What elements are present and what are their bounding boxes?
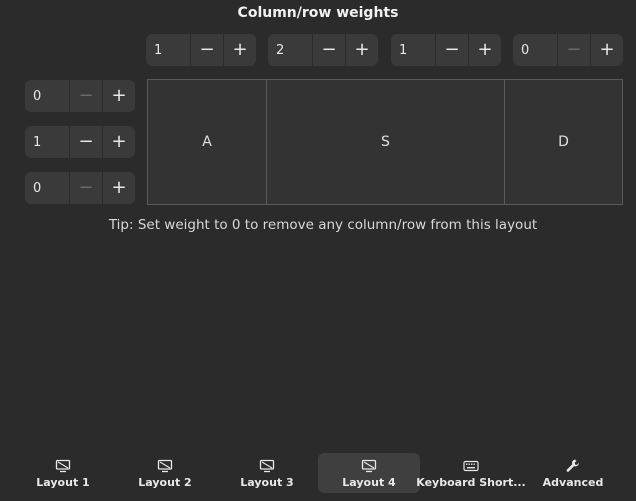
column-weight-3-increment-button[interactable]: + [468,34,501,66]
row-weight-1-decrement-button[interactable]: − [69,80,102,112]
bottom-tab-bar: Layout 1 Layout 2 Layout 3 Layout 4 Keyb… [0,453,636,493]
monitor-icon [55,458,71,474]
tab-layout-1[interactable]: Layout 1 [12,453,114,493]
tab-label: Layout 4 [342,475,396,489]
column-weight-4-decrement-button[interactable]: − [557,34,590,66]
tab-layout-3[interactable]: Layout 3 [216,453,318,493]
column-weight-3-spinner: 1 − + [391,34,501,66]
layout-cell-a: A [148,80,267,204]
layout-preview: A S D [147,79,623,205]
column-weight-2-spinner: 2 − + [268,34,378,66]
column-weight-4-increment-button[interactable]: + [590,34,623,66]
keyboard-icon [463,458,479,474]
tab-label: Layout 1 [36,475,90,489]
column-weight-3-input[interactable]: 1 [391,34,435,66]
row-weight-2-input[interactable]: 1 [25,126,69,158]
column-weight-2-decrement-button[interactable]: − [312,34,345,66]
row-weight-3-input[interactable]: 0 [25,172,69,204]
layout-cell-s: S [267,80,505,204]
column-weight-2-increment-button[interactable]: + [345,34,378,66]
row-weight-1-input[interactable]: 0 [25,80,69,112]
row-weight-3-spinner: 0 − + [25,172,135,204]
monitor-icon [259,458,275,474]
row-weight-2-spinner: 1 − + [25,126,135,158]
monitor-icon [361,458,377,474]
tab-layout-2[interactable]: Layout 2 [114,453,216,493]
wrench-icon [565,458,581,474]
row-weight-3-decrement-button[interactable]: − [69,172,102,204]
tab-advanced[interactable]: Advanced [522,453,624,493]
monitor-icon [157,458,173,474]
column-weight-1-decrement-button[interactable]: − [190,34,223,66]
row-weight-1-increment-button[interactable]: + [102,80,135,112]
column-weight-1-spinner: 1 − + [146,34,256,66]
layout-cell-d: D [558,134,569,150]
column-weight-1-input[interactable]: 1 [146,34,190,66]
tab-label: Advanced [542,475,604,489]
column-weight-3-decrement-button[interactable]: − [435,34,468,66]
tab-layout-4[interactable]: Layout 4 [318,453,420,493]
row-weight-2-increment-button[interactable]: + [102,126,135,158]
section-title: Column/row weights [237,5,399,21]
tab-label: Layout 3 [240,475,294,489]
column-weight-1-increment-button[interactable]: + [223,34,256,66]
column-weight-2-input[interactable]: 2 [268,34,312,66]
row-weight-1-spinner: 0 − + [25,80,135,112]
column-weight-4-input[interactable]: 0 [513,34,557,66]
row-weight-2-decrement-button[interactable]: − [69,126,102,158]
column-weight-4-spinner: 0 − + [513,34,623,66]
tab-keyboard-shortcuts[interactable]: Keyboard Short... [416,453,526,493]
tab-label: Layout 2 [138,475,192,489]
row-weight-3-increment-button[interactable]: + [102,172,135,204]
tab-label: Keyboard Short... [416,475,526,489]
tip-text: Tip: Set weight to 0 to remove any colum… [108,217,538,233]
